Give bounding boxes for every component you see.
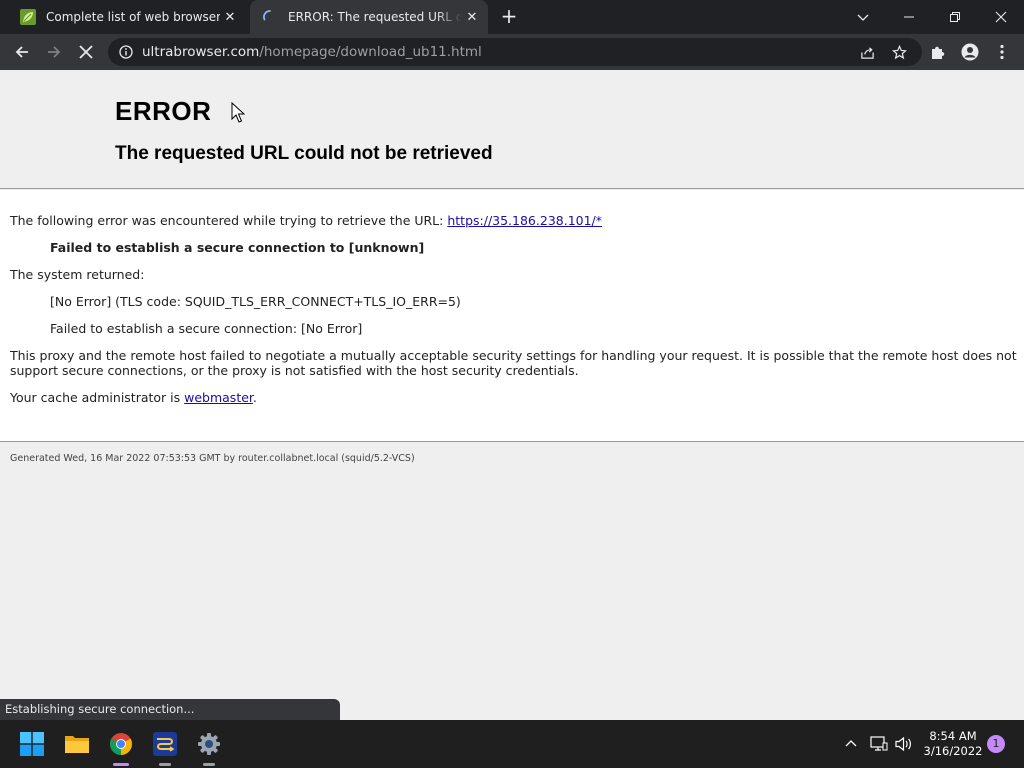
settings-gear-icon: [198, 733, 220, 755]
close-window-button[interactable]: [978, 0, 1024, 34]
close-icon[interactable]: ✕: [462, 10, 482, 25]
show-hidden-icons-button[interactable]: [841, 734, 861, 754]
share-button[interactable]: [856, 41, 878, 63]
volume-button[interactable]: [894, 734, 914, 754]
chrome-icon: [110, 733, 132, 755]
stop-icon: [79, 45, 93, 59]
profile-button[interactable]: [959, 41, 981, 63]
minimize-button[interactable]: [886, 0, 932, 34]
page-viewport: ERROR The requested URL could not be ret…: [0, 70, 1024, 720]
tab-title: ERROR: The requested URL could not be re…: [288, 10, 462, 24]
arrow-left-icon: [15, 46, 28, 58]
clock-date: 3/16/2022: [923, 744, 983, 758]
arrow-right-icon: [48, 46, 61, 58]
active-app-indicator: [113, 763, 129, 766]
restore-button[interactable]: [932, 0, 978, 34]
avatar-icon: [961, 43, 979, 61]
failure-message: Failed to establish a secure connection …: [50, 240, 425, 255]
admin-suffix: .: [252, 390, 257, 405]
browser-toolbar: ultrabrowser.com/homepage/download_ub11.…: [0, 34, 1024, 70]
running-app-indicator: [203, 763, 215, 766]
tab-strip: Complete list of web browsers ✕ ERROR: T…: [0, 0, 1024, 34]
error-header: ERROR The requested URL could not be ret…: [0, 70, 1024, 189]
taskbar: 8:54 AM 3/16/2022 1: [0, 720, 1024, 768]
chrome-taskbar-button[interactable]: [105, 728, 137, 766]
minimize-icon: [904, 16, 914, 18]
close-icon[interactable]: ✕: [220, 10, 240, 25]
clock-time: 8:54 AM: [929, 729, 977, 743]
status-bubble: Establishing secure connection...: [0, 699, 340, 720]
page-subtitle: The requested URL could not be retrieved: [115, 143, 493, 164]
tab-title: Complete list of web browsers: [46, 10, 220, 24]
tab-error-page[interactable]: ERROR: The requested URL could not be re…: [250, 0, 488, 34]
error-url-link[interactable]: https://35.186.238.101/*: [447, 213, 602, 228]
network-status-button[interactable]: [869, 734, 889, 754]
back-button[interactable]: [11, 41, 33, 63]
explanation-line-1: This proxy and the remote host failed to…: [10, 348, 1017, 363]
info-icon[interactable]: [119, 45, 133, 59]
close-icon: [995, 11, 1007, 23]
file-explorer-icon: [65, 736, 89, 753]
star-icon: [891, 44, 907, 59]
admin-prefix: Your cache administrator is: [10, 390, 185, 405]
running-app-indicator: [159, 763, 171, 766]
taskbar-clock[interactable]: 8:54 AM 3/16/2022: [918, 729, 988, 759]
page-title: ERROR: [115, 96, 212, 126]
tab-search-button[interactable]: [840, 0, 886, 34]
intro-text: The following error was encountered whil…: [10, 213, 602, 228]
new-tab-button[interactable]: +: [498, 5, 520, 27]
explanation-line-2: support secure connections, or the proxy…: [10, 363, 579, 378]
loading-spinner-icon: [263, 10, 271, 21]
system-returned-label: The system returned:: [10, 267, 145, 282]
forward-button[interactable]: [43, 41, 65, 63]
webmaster-link[interactable]: webmaster: [184, 390, 253, 405]
settings-button[interactable]: [193, 728, 225, 766]
address-bar[interactable]: ultrabrowser.com/homepage/download_ub11.…: [108, 38, 922, 66]
network-icon: [870, 736, 888, 751]
bookmark-button[interactable]: [888, 41, 910, 63]
tls-code-text: [No Error] (TLS code: SQUID_TLS_ERR_CONN…: [50, 294, 461, 309]
url-host: ultrabrowser.com: [142, 44, 260, 60]
green-leaf-favicon-icon: [20, 9, 36, 25]
url-text[interactable]: ultrabrowser.com/homepage/download_ub11.…: [142, 44, 482, 60]
share-icon: [860, 46, 874, 59]
page-footer: Generated Wed, 16 Mar 2022 07:53:53 GMT …: [10, 453, 415, 464]
chevron-down-icon: [857, 14, 869, 21]
start-button[interactable]: [16, 728, 48, 760]
windows-start-icon: [20, 732, 44, 756]
intro-label: The following error was encountered whil…: [10, 213, 448, 228]
tls-detail-text: Failed to establish a secure connection:…: [50, 321, 363, 336]
network-tool-icon: [153, 732, 177, 756]
mouse-cursor-icon: [231, 102, 245, 123]
admin-text: Your cache administrator is webmaster.: [10, 390, 257, 405]
kebab-menu-icon: [1000, 44, 1004, 60]
tab-complete-list[interactable]: Complete list of web browsers ✕: [8, 0, 246, 34]
url-path: /homepage/download_ub11.html: [259, 44, 482, 60]
restore-icon: [950, 12, 960, 22]
error-content: The following error was encountered whil…: [0, 190, 1024, 442]
notification-badge[interactable]: 1: [987, 735, 1005, 753]
chevron-up-icon: [845, 740, 857, 747]
file-explorer-button[interactable]: [61, 728, 93, 760]
speaker-icon: [895, 736, 911, 752]
extensions-button[interactable]: [927, 41, 949, 63]
puzzle-icon: [932, 46, 945, 59]
stop-loading-button[interactable]: [75, 41, 97, 63]
network-tool-button[interactable]: [149, 728, 181, 766]
menu-button[interactable]: [991, 41, 1013, 63]
